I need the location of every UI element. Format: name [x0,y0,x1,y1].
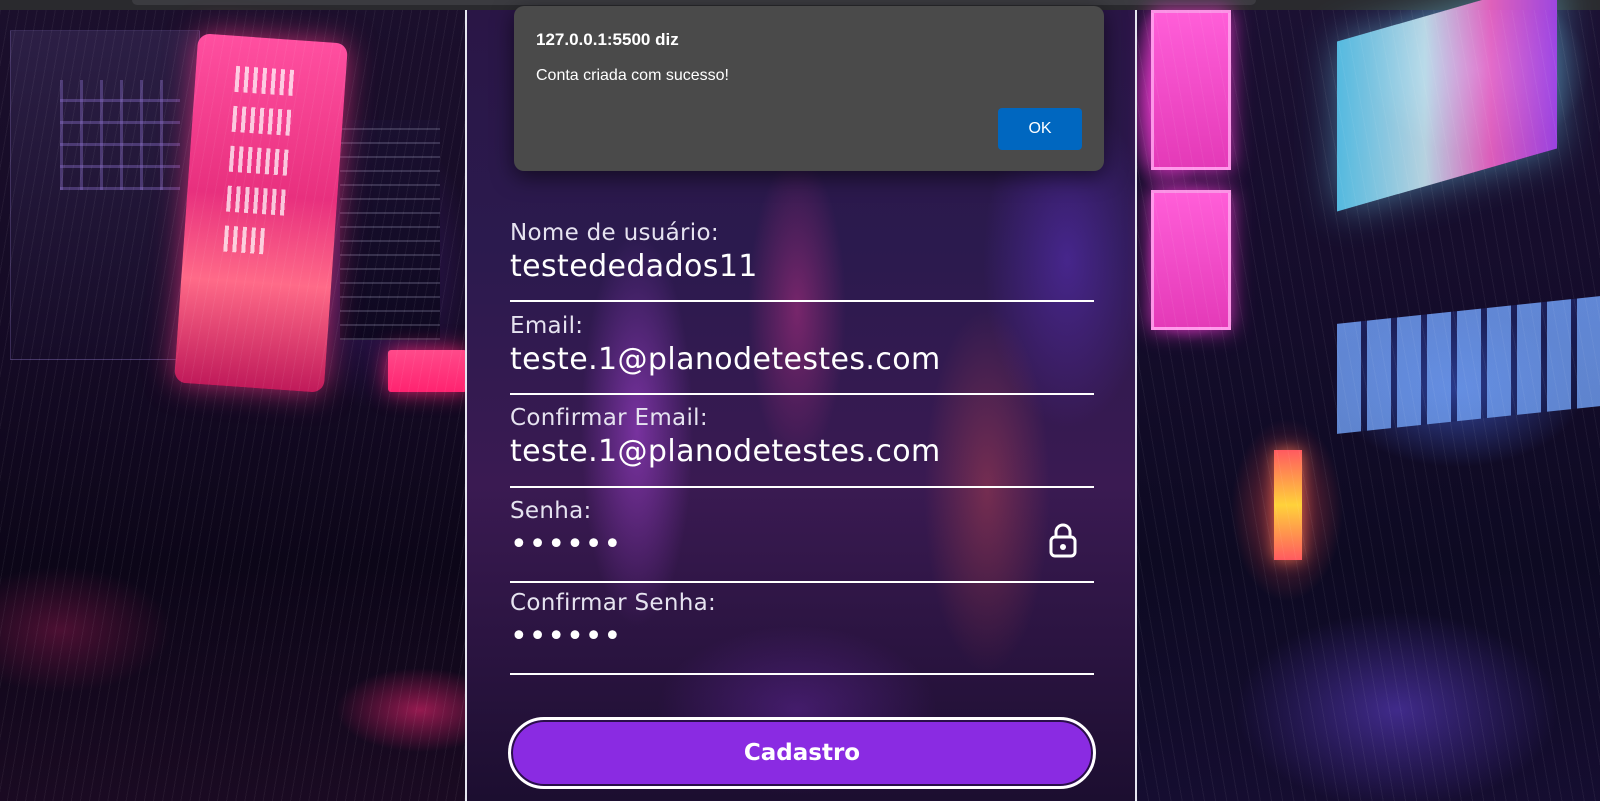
confirm-password-label: Confirmar Senha: [510,590,717,616]
email-label: Email: [510,313,584,339]
cadastro-button[interactable]: Cadastro [508,717,1096,789]
confirm-password-underline [510,673,1094,675]
confirm-email-underline [510,486,1094,488]
email-underline [510,393,1094,395]
right-divider-line [1135,10,1137,801]
username-input[interactable]: testededados11 [510,249,1094,284]
email-input[interactable]: teste.1@planodetestes.com [510,342,1094,377]
dialog-message: Conta criada com sucesso! [536,67,729,84]
username-field[interactable]: Nome de usuário: testededados11 [510,220,1094,304]
alert-dialog: 127.0.0.1:5500 diz Conta criada com suce… [514,6,1104,171]
password-label: Senha: [510,498,592,524]
browser-url-bar-edge [132,0,1256,5]
password-underline [510,581,1094,583]
rain-overlay [1137,10,1600,801]
password-field[interactable]: Senha: •••••• [510,498,1094,584]
confirm-email-field[interactable]: Confirmar Email: teste.1@planodetestes.c… [510,405,1094,489]
right-cyberpunk-image [1137,0,1600,801]
dialog-origin: 127.0.0.1:5500 diz [536,30,679,49]
left-divider-line [465,10,467,801]
ok-button[interactable]: OK [998,108,1082,150]
email-field[interactable]: Email: teste.1@planodetestes.com [510,313,1094,397]
username-underline [510,300,1094,302]
left-cyberpunk-image [0,10,467,801]
confirm-password-input[interactable]: •••••• [510,622,1094,652]
password-input[interactable]: •••••• [510,530,1094,560]
confirm-password-field[interactable]: Confirmar Senha: •••••• [510,590,1094,676]
rain-overlay [0,10,467,801]
lock-icon[interactable] [1048,522,1078,558]
username-label: Nome de usuário: [510,220,719,246]
confirm-email-label: Confirmar Email: [510,405,708,431]
confirm-email-input[interactable]: teste.1@planodetestes.com [510,434,1094,469]
